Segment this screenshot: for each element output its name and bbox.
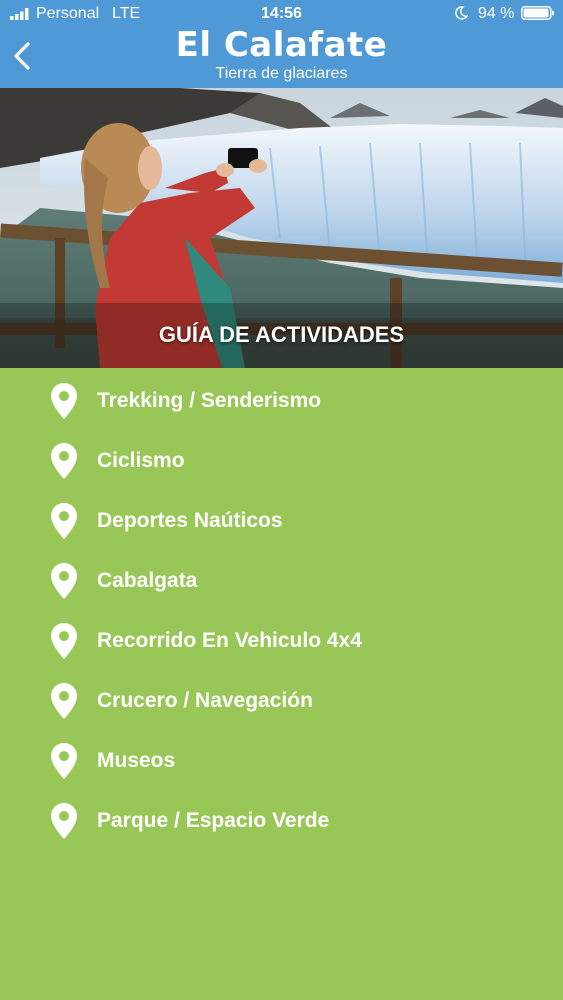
location-pin-icon xyxy=(50,382,78,420)
activity-item[interactable]: Deportes Naúticos xyxy=(0,492,563,552)
activities-list: Trekking / Senderismo Ciclismo Deportes Na… xyxy=(0,372,563,852)
activity-label: Crucero / Navegación xyxy=(97,689,313,712)
moon-icon xyxy=(455,6,468,20)
activity-label: Deportes Naúticos xyxy=(97,509,283,532)
location-pin-icon xyxy=(50,742,78,780)
activity-item[interactable]: Parque / Espacio Verde xyxy=(0,792,563,852)
battery-percent: 94 % xyxy=(478,5,515,22)
location-pin-icon xyxy=(50,562,78,600)
activity-item[interactable]: Trekking / Senderismo xyxy=(0,372,563,432)
app-subtitle: Tierra de glaciares xyxy=(215,65,348,82)
location-pin-icon xyxy=(50,622,78,660)
status-bar: Personal LTE 14:56 94 % xyxy=(0,0,563,28)
activity-label: Recorrido En Vehiculo 4x4 xyxy=(97,629,362,652)
activity-item[interactable]: Cabalgata xyxy=(0,552,563,612)
activity-label: Ciclismo xyxy=(97,449,185,472)
activity-label: Parque / Espacio Verde xyxy=(97,809,330,832)
activity-label: Museos xyxy=(97,749,176,772)
location-pin-icon xyxy=(50,442,78,480)
app-header: Personal LTE 14:56 94 % El Calafate Tier… xyxy=(0,0,563,88)
location-pin-icon xyxy=(50,502,78,540)
activity-item[interactable]: Ciclismo xyxy=(0,432,563,492)
activity-item[interactable]: Recorrido En Vehiculo 4x4 xyxy=(0,612,563,672)
activity-item[interactable]: Museos xyxy=(0,732,563,792)
battery-icon xyxy=(521,6,554,20)
location-pin-icon xyxy=(50,802,78,840)
activity-item[interactable]: Crucero / Navegación xyxy=(0,672,563,732)
section-title: GUÍA DE ACTIVIDADES xyxy=(158,322,405,347)
activity-label: Cabalgata xyxy=(97,569,198,592)
activity-label: Trekking / Senderismo xyxy=(97,389,322,412)
hero-banner: GUÍA DE ACTIVIDADES xyxy=(0,88,563,368)
location-pin-icon xyxy=(50,682,78,720)
app-title: El Calafate xyxy=(175,25,388,65)
